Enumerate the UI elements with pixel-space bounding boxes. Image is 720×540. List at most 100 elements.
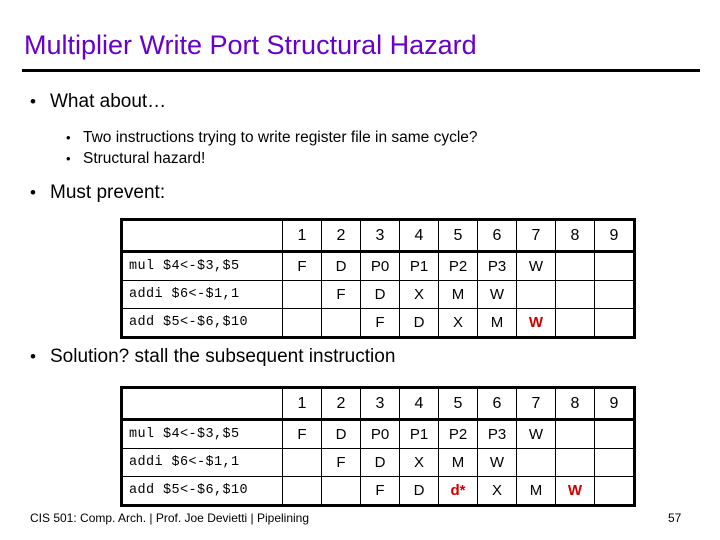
bullet-must-prevent: • Must prevent: — [30, 181, 165, 205]
bullet-structural-hazard: • Structural hazard! — [66, 149, 205, 169]
stage-cell — [321, 476, 361, 506]
stage-cell: F — [282, 251, 322, 281]
cycle-header-cell: 3 — [360, 387, 400, 421]
stage-cell: P1 — [399, 419, 439, 449]
stage-cell — [555, 448, 595, 477]
stage-cell — [321, 308, 361, 338]
table-row: mul $4<-$3,$5 F D P0 P1 P2 P3 W — [121, 419, 635, 449]
cycle-header-cell: 4 — [399, 219, 439, 253]
instruction-cell: addi $6<-$1,1 — [121, 448, 283, 477]
stage-cell: D — [399, 308, 439, 338]
cycle-header-cell: 9 — [594, 387, 635, 421]
stage-cell: D — [360, 448, 400, 477]
stage-cell — [594, 419, 635, 449]
table-row: addi $6<-$1,1 F D X M W — [121, 280, 635, 309]
table-corner-cell — [121, 219, 283, 253]
stage-cell: F — [360, 476, 400, 506]
bullet-solution-label: Solution? stall the subsequent instructi… — [50, 346, 396, 367]
stage-cell — [594, 308, 635, 338]
cycle-header-cell: 2 — [321, 387, 361, 421]
bullet-dot-icon: • — [30, 347, 36, 366]
bullet-two-instructions-label: Two instructions trying to write registe… — [83, 129, 478, 146]
stage-cell — [282, 308, 322, 338]
stage-cell: D — [321, 251, 361, 281]
table-row: add $5<-$6,$10 F Dd* X M W — [121, 476, 635, 506]
table-header-row: 123456789 — [121, 387, 635, 421]
stage-cell: P2 — [438, 419, 478, 449]
stage-cell — [594, 448, 635, 477]
cycle-header-cell: 7 — [516, 219, 556, 253]
stage-cell: X — [438, 308, 478, 338]
table-header-row: 123456789 — [121, 219, 635, 253]
bullet-two-instructions: • Two instructions trying to write regist… — [66, 128, 478, 148]
stage-cell: D — [360, 280, 400, 309]
footer-credits: CIS 501: Comp. Arch. | Prof. Joe Deviett… — [30, 511, 310, 525]
stage-cell: F — [321, 448, 361, 477]
bullet-what-about: • What about… — [30, 90, 166, 114]
bullet-dot-icon: • — [30, 92, 36, 111]
cycle-header-cell: 1 — [282, 387, 322, 421]
stage-cell: W — [516, 308, 556, 338]
stage-cell: F — [282, 419, 322, 449]
stage-cell: W — [477, 280, 517, 309]
stage-cell: X — [399, 448, 439, 477]
bullet-solution: • Solution? stall the subsequent instruct… — [30, 345, 395, 369]
cycle-header-cell: 4 — [399, 387, 439, 421]
cycle-header-cell: 5 — [438, 219, 478, 253]
stage-cell — [282, 448, 322, 477]
stage-cell: W — [477, 448, 517, 477]
stage-cell: W — [555, 476, 595, 506]
cycle-header-cell: 8 — [555, 219, 595, 253]
stage-cell: X — [399, 280, 439, 309]
stage-cell: M — [516, 476, 556, 506]
title-divider — [22, 69, 700, 72]
bullet-dot-icon: • — [30, 183, 36, 202]
instruction-cell: mul $4<-$3,$5 — [121, 419, 283, 449]
stage-cell — [516, 280, 556, 309]
cycle-header-cell: 8 — [555, 387, 595, 421]
stage-cell — [555, 308, 595, 338]
stage-cell: P0 — [360, 419, 400, 449]
stage-cell: M — [438, 448, 478, 477]
stage-cell — [555, 280, 595, 309]
stage-cell: P1 — [399, 251, 439, 281]
table-row: addi $6<-$1,1 F D X M W — [121, 448, 635, 477]
table-row: add $5<-$6,$10 F D X M W — [121, 308, 635, 338]
stage-cell — [282, 280, 322, 309]
stage-cell: M — [477, 308, 517, 338]
stage-cell: X — [477, 476, 517, 506]
pipeline-table-must-prevent: 1 2 3 4 5 6 7 8 9 mul $4<-$3,$5 F D P0 P1 P2 P3 Waddi $6… — [120, 218, 636, 339]
instruction-cell: add $5<-$6,$10 — [121, 476, 283, 506]
stage-cell: M — [438, 280, 478, 309]
cycle-header-cell: 2 — [321, 219, 361, 253]
bullet-dot-icon: • — [66, 130, 71, 145]
stage-cell: P2 — [438, 251, 478, 281]
cycle-header-cell: 6 — [477, 387, 517, 421]
stage-cell: P0 — [360, 251, 400, 281]
instruction-cell: addi $6<-$1,1 — [121, 280, 283, 309]
cycle-header-cell: 7 — [516, 387, 556, 421]
bullet-must-prevent-label: Must prevent: — [50, 182, 166, 203]
instruction-cell: add $5<-$6,$10 — [121, 308, 283, 338]
stage-cell — [282, 476, 322, 506]
stage-cell: D — [399, 476, 439, 506]
page-title: Multiplier Write Port Structural Hazard — [24, 30, 477, 60]
stage-cell — [516, 448, 556, 477]
bullet-structural-hazard-label: Structural hazard! — [83, 150, 206, 167]
footer-page-number: 57 — [668, 511, 682, 525]
stage-cell: W — [516, 419, 556, 449]
table-corner-cell — [121, 387, 283, 421]
stage-cell: P3 — [477, 419, 517, 449]
cycle-header-cell: 3 — [360, 219, 400, 253]
cycle-header-cell: 6 — [477, 219, 517, 253]
stage-cell — [555, 251, 595, 281]
cycle-header-cell: 9 — [594, 219, 635, 253]
stage-cell: D — [321, 419, 361, 449]
stage-cell — [594, 476, 635, 506]
stage-cell: F — [360, 308, 400, 338]
instruction-cell: mul $4<-$3,$5 — [121, 251, 283, 281]
table-row: mul $4<-$3,$5 F D P0 P1 P2 P3 W — [121, 251, 635, 281]
cycle-header-cell: 1 — [282, 219, 322, 253]
stage-cell — [594, 251, 635, 281]
stage-cell: d* — [438, 476, 478, 506]
